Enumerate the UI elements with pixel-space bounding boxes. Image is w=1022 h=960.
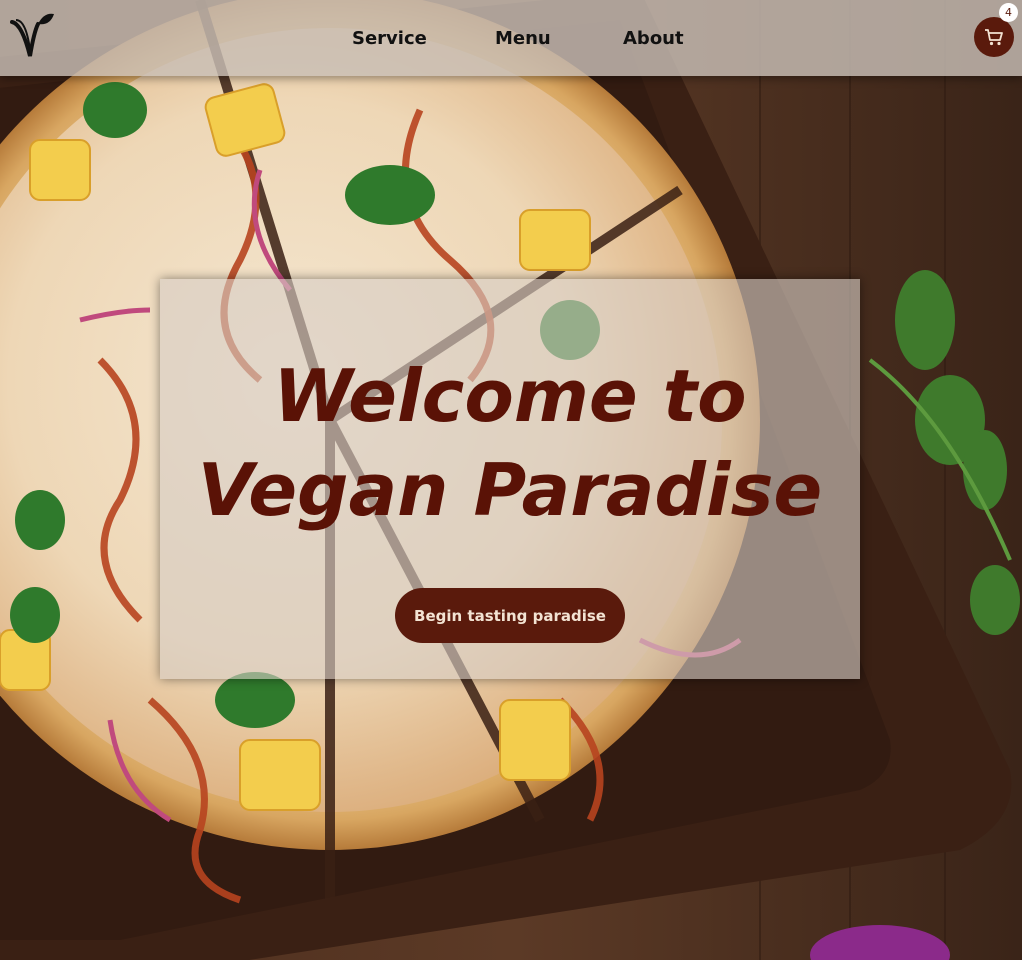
hero-title-line-2: Vegan Paradise (197, 448, 823, 532)
vegan-v-leaf-logo-icon[interactable] (8, 10, 56, 60)
nav-link-menu[interactable]: Menu (495, 26, 551, 52)
cart-button[interactable] (974, 17, 1014, 57)
nav-link-about[interactable]: About (623, 26, 684, 52)
top-navigation-bar: Service Menu About (0, 0, 1022, 76)
hero-title: Welcome to Vegan Paradise (160, 349, 860, 537)
shopping-cart-icon (985, 29, 1003, 46)
begin-tasting-button[interactable]: Begin tasting paradise (395, 588, 625, 643)
hero-card: Welcome to Vegan Paradise Begin tasting … (160, 279, 860, 679)
nav-link-service[interactable]: Service (352, 26, 427, 52)
cart-count-badge: 4 (999, 3, 1018, 22)
hero-title-line-1: Welcome to (273, 354, 747, 438)
